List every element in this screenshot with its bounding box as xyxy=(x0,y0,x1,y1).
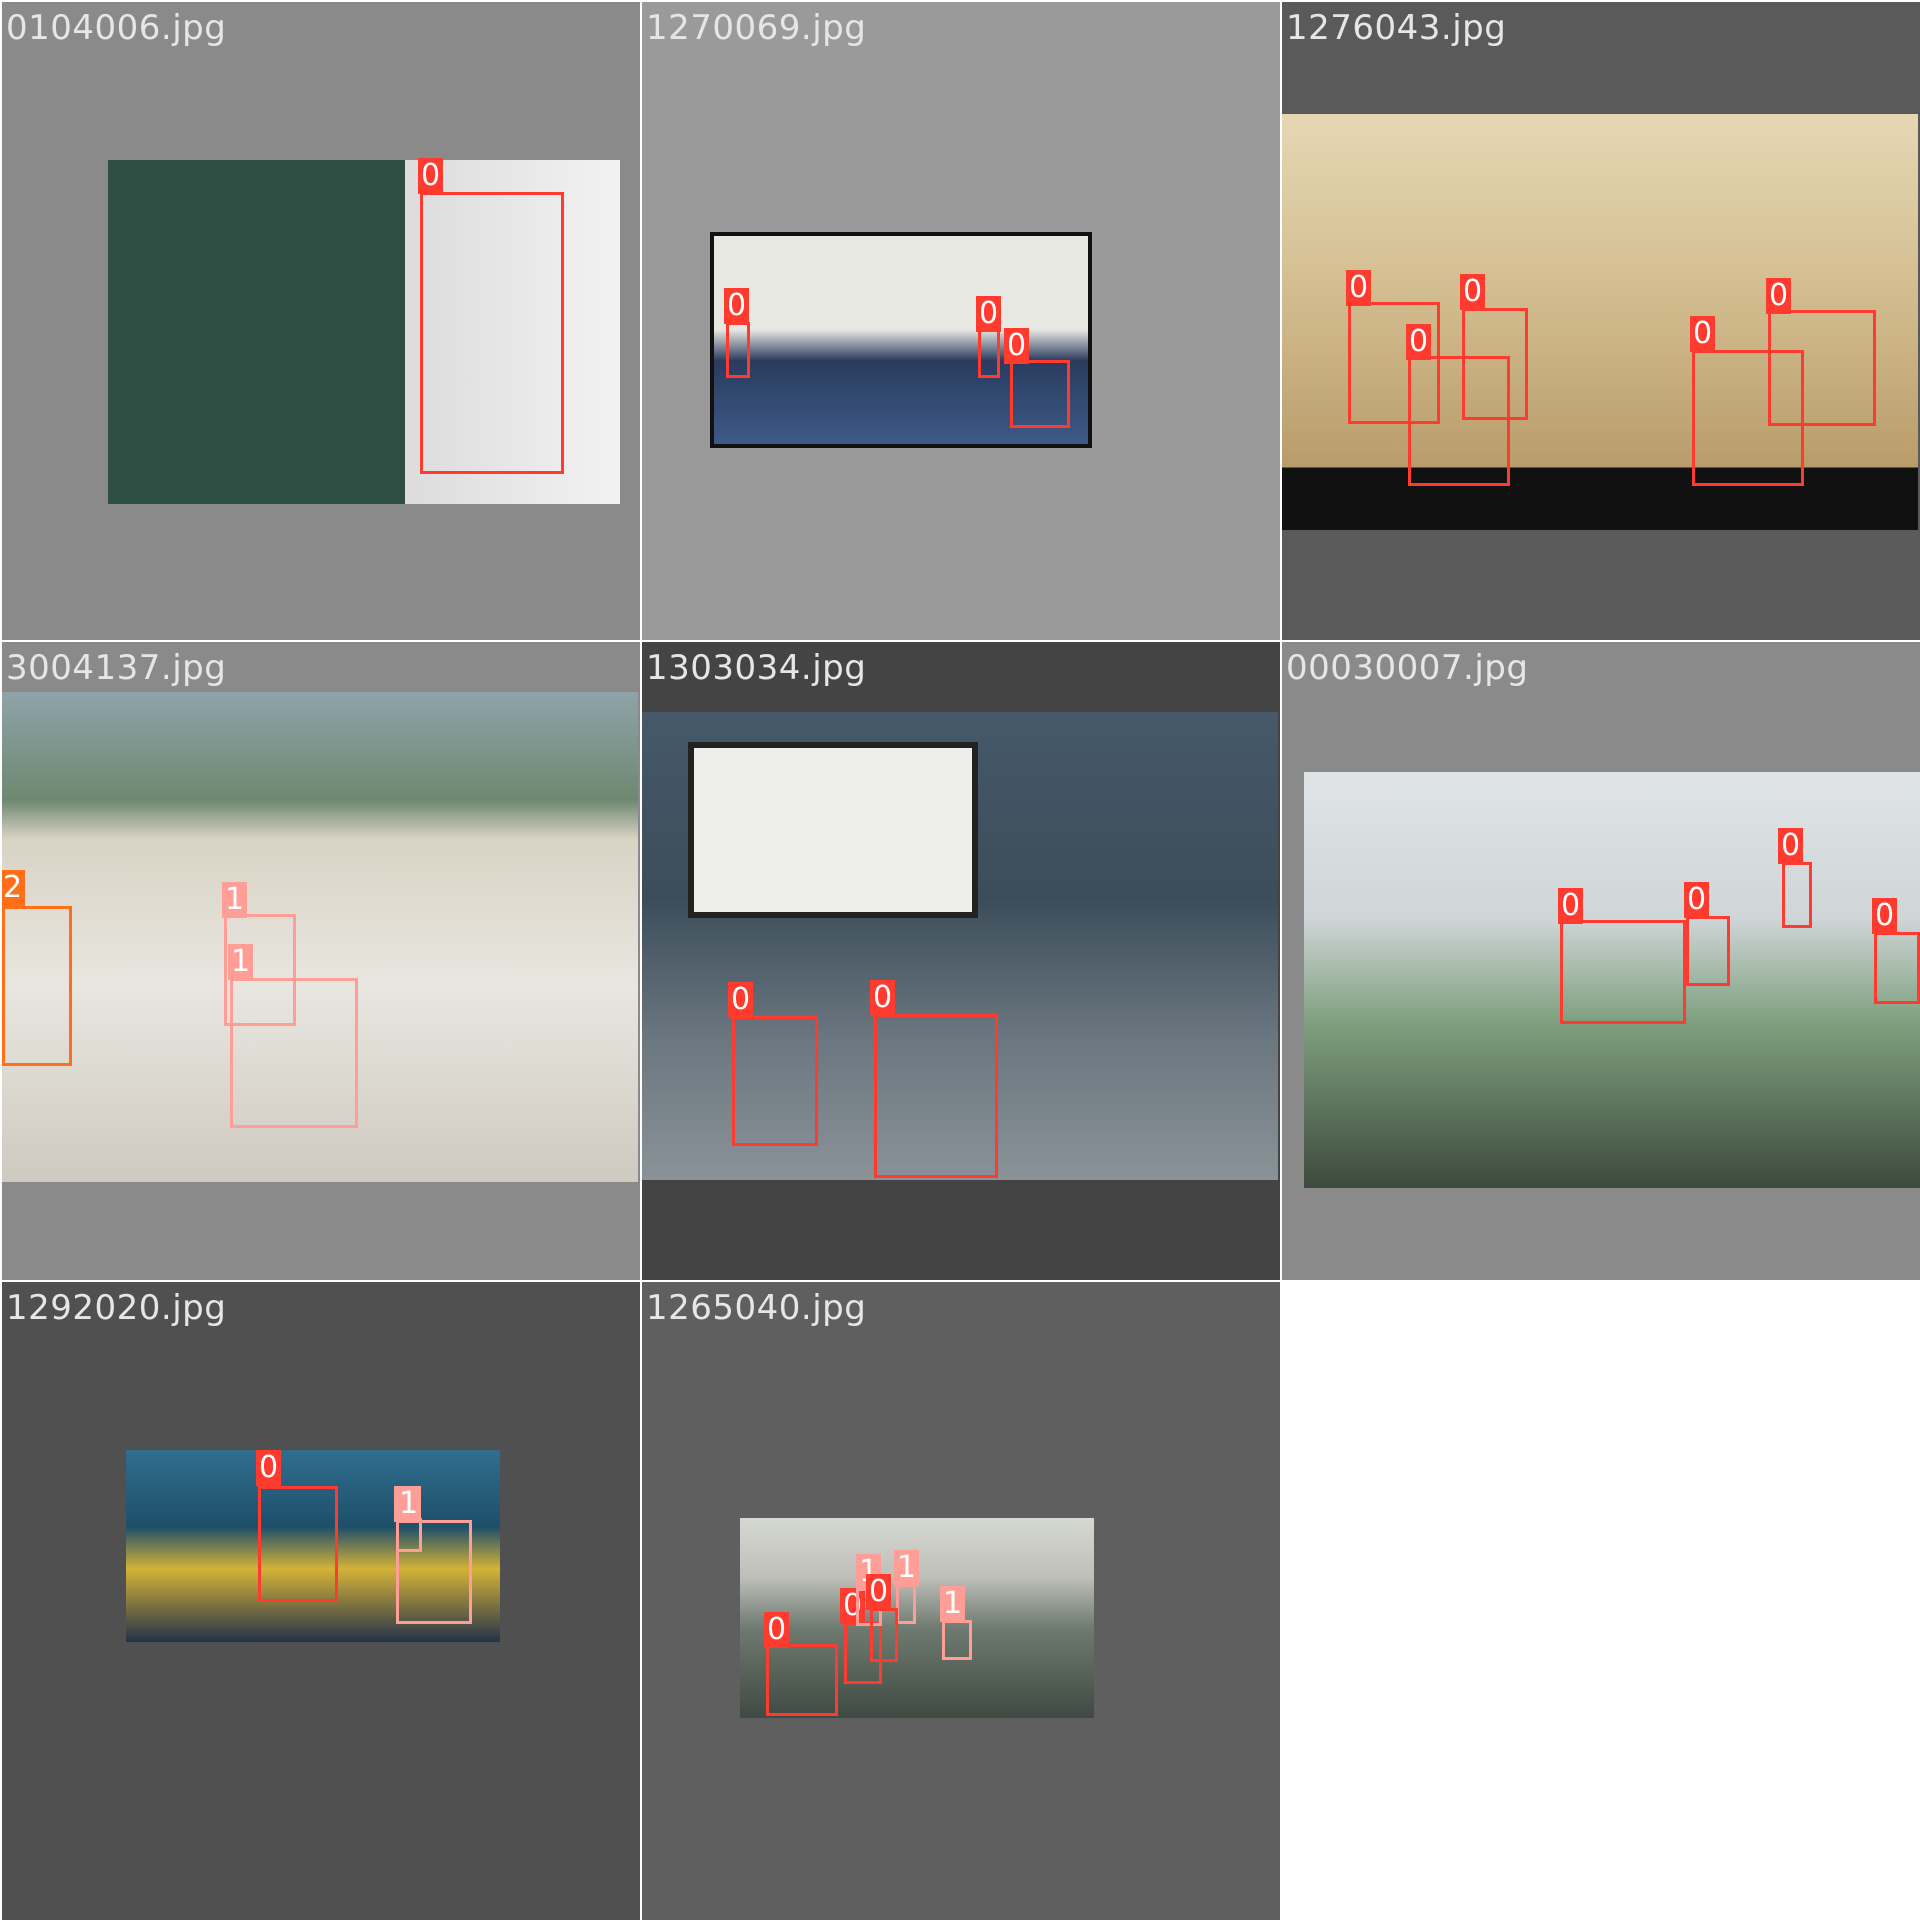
detection-box xyxy=(942,1620,972,1660)
detection-box xyxy=(1408,356,1510,486)
empty-grid-cell xyxy=(1281,1281,1920,1920)
image-filename: 0104006.jpg xyxy=(6,8,227,48)
detection-label: 0 xyxy=(1004,328,1030,364)
image-tile[interactable]: 0 0104006.jpg xyxy=(2,2,640,640)
detection-label: 0 xyxy=(866,1574,892,1610)
detection-box xyxy=(420,192,564,474)
image-filename: 00030007.jpg xyxy=(1286,648,1529,688)
detection-box xyxy=(1686,916,1730,986)
detection-label: 0 xyxy=(1778,828,1804,864)
detection-label: 0 xyxy=(976,296,1002,332)
image-filename: 1303034.jpg xyxy=(646,648,867,688)
detection-box xyxy=(978,328,1000,378)
detection-box xyxy=(2,906,72,1066)
detection-box xyxy=(1768,310,1876,426)
detection-label: 0 xyxy=(1690,316,1716,352)
detection-box xyxy=(230,978,358,1128)
detection-label: 0 xyxy=(724,288,750,324)
detection-box xyxy=(874,1014,998,1178)
projector-screen xyxy=(688,742,978,918)
image-filename: 3004137.jpg xyxy=(6,648,227,688)
detection-box xyxy=(726,322,750,378)
image-filename: 1265040.jpg xyxy=(646,1288,867,1328)
detection-label: 0 xyxy=(418,158,444,194)
detection-label: 1 xyxy=(222,882,248,918)
mosaic-grid: 0 0104006.jpg 0 0 0 1270069.jpg 0 0 0 0 … xyxy=(0,0,1920,1920)
image-tile[interactable]: 2 1 1 3004137.jpg xyxy=(2,642,640,1280)
detection-label: 0 xyxy=(1558,888,1584,924)
image-tile[interactable]: 0 0 1 1 1 0 1265040.jpg xyxy=(642,1282,1280,1920)
detection-box xyxy=(732,1016,818,1146)
detection-label: 0 xyxy=(870,980,896,1016)
detection-label: 1 xyxy=(228,944,254,980)
detection-box xyxy=(1874,932,1920,1004)
detection-label: 0 xyxy=(256,1450,282,1486)
detection-box xyxy=(1010,360,1070,428)
image-filename: 1276043.jpg xyxy=(1286,8,1507,48)
detection-label: 0 xyxy=(1406,324,1432,360)
detection-label: 0 xyxy=(1766,278,1792,314)
detection-box xyxy=(896,1584,916,1624)
detection-box xyxy=(766,1644,838,1716)
detection-box xyxy=(396,1520,472,1624)
image-tile[interactable]: 0 0 0 1270069.jpg xyxy=(642,2,1280,640)
detection-label: 0 xyxy=(1684,882,1710,918)
detection-label: 0 xyxy=(728,982,754,1018)
detection-label: 0 xyxy=(1460,274,1486,310)
image-filename: 1270069.jpg xyxy=(646,8,867,48)
detection-box xyxy=(1560,920,1686,1024)
detection-box xyxy=(1782,862,1812,928)
detection-label: 0 xyxy=(764,1612,790,1648)
detection-label: 2 xyxy=(2,870,26,906)
detection-label: 0 xyxy=(1872,898,1898,934)
image-filename: 1292020.jpg xyxy=(6,1288,227,1328)
image-tile[interactable]: 0 1 1 1292020.jpg xyxy=(2,1282,640,1920)
image-tile[interactable]: 0 0 1303034.jpg xyxy=(642,642,1280,1280)
image-tile[interactable]: 0 0 0 0 0 1276043.jpg xyxy=(1282,2,1920,640)
detection-label: 0 xyxy=(1346,270,1372,306)
detection-box xyxy=(258,1486,338,1602)
image-tile[interactable]: 0 0 0 0 00030007.jpg xyxy=(1282,642,1920,1280)
detection-label: 1 xyxy=(940,1586,966,1622)
detection-box xyxy=(870,1608,898,1662)
detection-label: 1 xyxy=(894,1550,920,1586)
detection-label: 1 xyxy=(396,1486,422,1522)
